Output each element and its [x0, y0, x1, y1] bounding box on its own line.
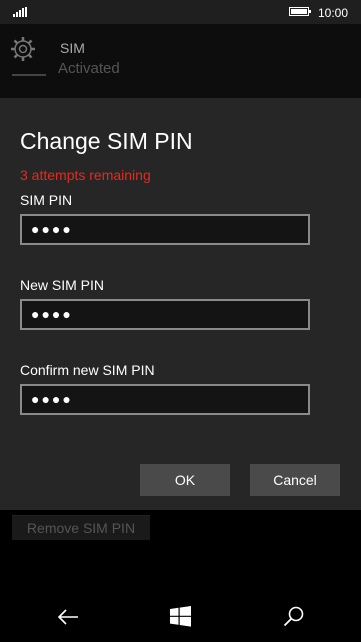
app-header: SIM Activated — [0, 24, 361, 98]
cancel-button[interactable]: Cancel — [250, 464, 340, 496]
new-sim-pin-field[interactable]: ●●●● — [20, 299, 310, 330]
back-icon[interactable] — [57, 608, 79, 626]
navigation-bar — [0, 592, 361, 642]
signal-icon — [13, 7, 29, 17]
dialog-title: Change SIM PIN — [20, 128, 193, 154]
sim-status-text: Activated — [58, 60, 120, 77]
settings-gear-icon — [11, 37, 35, 61]
battery-icon — [289, 7, 311, 16]
remove-sim-pin-button: Remove SIM PIN — [12, 515, 150, 540]
attempts-remaining-text: 3 attempts remaining — [20, 167, 151, 183]
toggle-track — [12, 74, 46, 76]
new-sim-pin-label: New SIM PIN — [20, 277, 105, 293]
change-sim-pin-dialog: Change SIM PIN 3 attempts remaining SIM … — [0, 98, 361, 510]
sim-pin-field[interactable]: ●●●● — [20, 214, 310, 245]
status-time: 10:00 — [318, 6, 349, 20]
ok-button[interactable]: OK — [140, 464, 230, 496]
confirm-sim-pin-field[interactable]: ●●●● — [20, 384, 310, 415]
windows-start-icon[interactable] — [170, 606, 191, 627]
sim-pin-label: SIM PIN — [20, 192, 73, 208]
search-icon[interactable] — [283, 606, 304, 627]
app-title: SIM — [60, 40, 85, 56]
status-bar: 10:00 — [0, 0, 361, 24]
confirm-sim-pin-label: Confirm new SIM PIN — [20, 362, 155, 378]
